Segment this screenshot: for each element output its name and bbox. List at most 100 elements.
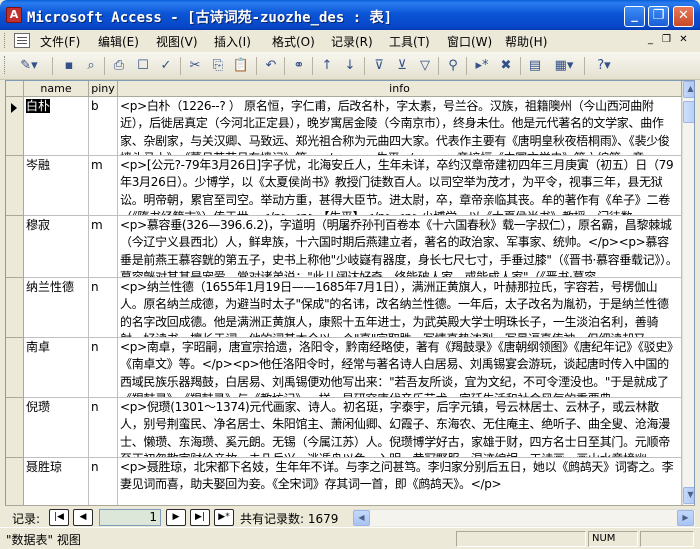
doc-restore-icon[interactable]: ❐: [660, 34, 673, 47]
table-cell-piny[interactable]: m: [89, 156, 118, 216]
undo-icon[interactable]: ↶: [262, 57, 280, 75]
table-cell-piny[interactable]: n: [89, 458, 118, 506]
table-cell-info[interactable]: <p>白朴（1226--? ） 原名恒，字仁甫，后改名朴，字太素，号兰谷。汉族，…: [118, 97, 682, 156]
copy-icon[interactable]: ⎘: [209, 57, 227, 75]
table-cell-name[interactable]: 倪瓒: [24, 398, 89, 458]
table-cell-piny[interactable]: n: [89, 278, 118, 338]
menu-tools[interactable]: 工具(T): [389, 33, 430, 50]
first-record-icon[interactable]: |◀: [49, 509, 69, 526]
print-preview-icon[interactable]: ☐: [134, 57, 152, 75]
vertical-scrollbar[interactable]: ▲ ▼: [682, 81, 694, 524]
current-record-icon: [11, 103, 17, 113]
table-cell-piny[interactable]: b: [89, 97, 118, 156]
minimize-button[interactable]: _: [624, 6, 645, 27]
scroll-right-icon[interactable]: ▶: [677, 510, 694, 526]
doc-minimize-icon[interactable]: _: [644, 34, 657, 47]
menubar-grip[interactable]: [4, 33, 7, 48]
toolbar-separator: [180, 57, 181, 75]
search-icon[interactable]: ⌕: [82, 57, 100, 75]
delete-record-icon[interactable]: ✖: [497, 57, 515, 75]
table-cell-name[interactable]: 穆寂: [24, 216, 89, 278]
menu-format[interactable]: 格式(O): [272, 33, 315, 50]
window-title: Microsoft Access - [古诗词苑-zuozhe_des : 表]: [27, 10, 393, 26]
menu-edit[interactable]: 编辑(E): [98, 33, 139, 50]
table-cell-info[interactable]: <p>[公元?-79年3月26日]字子忧，北海安丘人，生年未详，卒约汉章帝建初四…: [118, 156, 682, 216]
new-object-icon[interactable]: ▦▾: [550, 57, 578, 75]
restore-button[interactable]: ❐: [648, 6, 669, 27]
apply-filter-icon[interactable]: ▽: [416, 57, 434, 75]
filter-by-selection-icon[interactable]: ⊽: [370, 57, 388, 75]
new-record-nav-icon[interactable]: ▶*: [214, 509, 234, 526]
table-document-icon[interactable]: [14, 33, 30, 48]
scroll-left-icon[interactable]: ◀: [353, 510, 370, 526]
toolbar-grip[interactable]: [4, 56, 7, 74]
toolbar-separator: [104, 57, 105, 75]
menu-records[interactable]: 记录(R): [331, 33, 373, 50]
scroll-up-icon[interactable]: ▲: [683, 81, 694, 98]
next-record-icon[interactable]: ▶: [166, 509, 186, 526]
new-record-icon[interactable]: ▸*: [473, 57, 491, 75]
table-cell-info[interactable]: <p>聂胜琼，北宋都下名妓，生年年不详。与李之问甚笃。李归家分别后五日，她以《鹧…: [118, 458, 682, 506]
menu-window[interactable]: 窗口(W): [447, 33, 492, 50]
table-cell-name[interactable]: 聂胜琼: [24, 458, 89, 506]
select-all-corner[interactable]: [6, 81, 24, 97]
cut-icon[interactable]: ✂: [186, 57, 204, 75]
toolbar-separator: [520, 57, 521, 75]
record-selector[interactable]: [6, 97, 24, 156]
table-cell-info[interactable]: <p>倪瓒(1301～1374)元代画家、诗人。初名珽，字泰宇，后字元镇，号云林…: [118, 398, 682, 458]
column-header-info[interactable]: info: [118, 81, 682, 97]
find-icon[interactable]: ⚲: [444, 57, 462, 75]
menu-insert[interactable]: 插入(I): [214, 33, 251, 50]
scroll-thumb[interactable]: [683, 101, 694, 123]
view-icon[interactable]: ✎▾: [14, 57, 44, 75]
scroll-down-icon[interactable]: ▼: [683, 487, 694, 504]
record-selector[interactable]: [6, 278, 24, 338]
access-app-icon[interactable]: A: [6, 7, 22, 23]
menu-view[interactable]: 视图(V): [156, 33, 198, 50]
status-pane: [640, 531, 694, 547]
record-count: 共有记录数: 1679: [240, 512, 339, 526]
print-icon[interactable]: ⎙: [110, 57, 128, 75]
record-selector[interactable]: [6, 338, 24, 398]
title-bar[interactable]: A Microsoft Access - [古诗词苑-zuozhe_des : …: [0, 0, 700, 30]
save-icon[interactable]: ▪: [60, 57, 78, 75]
table-cell-piny[interactable]: n: [89, 338, 118, 398]
datasheet-grid: name piny info 白朴 b <p>白朴（1226--? ） 原名恒，…: [5, 80, 695, 525]
sort-ascending-icon[interactable]: ↑: [318, 57, 336, 75]
access-window: A Microsoft Access - [古诗词苑-zuozhe_des : …: [0, 0, 700, 549]
table-cell-name[interactable]: 岑融: [24, 156, 89, 216]
table-cell-info[interactable]: <p>慕容垂(326—396.6.2)，字道明（明屠乔孙刊百卷本《十六国春秋》载…: [118, 216, 682, 278]
table-cell-name[interactable]: 纳兰性德: [24, 278, 89, 338]
records-label: 记录:: [12, 512, 41, 526]
menu-help[interactable]: 帮助(H): [505, 33, 547, 50]
record-selector[interactable]: [6, 398, 24, 458]
table-cell-name[interactable]: 南卓: [24, 338, 89, 398]
toolbar-separator: [438, 57, 439, 75]
table-cell-info[interactable]: <p>纳兰性德（1655年1月19日——1685年7月1日），满洲正黄旗人，叶赫…: [118, 278, 682, 338]
table-cell-piny[interactable]: n: [89, 398, 118, 458]
database-window-icon[interactable]: ▤: [526, 57, 544, 75]
hyperlink-icon[interactable]: ⚭: [290, 57, 308, 75]
help-icon[interactable]: ?▾: [590, 57, 618, 75]
record-selector[interactable]: [6, 458, 24, 506]
record-selector[interactable]: [6, 216, 24, 278]
previous-record-icon[interactable]: ◀: [73, 509, 93, 526]
last-record-icon[interactable]: ▶|: [190, 509, 210, 526]
spelling-icon[interactable]: ✓: [157, 57, 175, 75]
horizontal-scrollbar[interactable]: ◀ ▶: [353, 509, 695, 526]
table-cell-piny[interactable]: m: [89, 216, 118, 278]
toolbar-separator: [364, 57, 365, 75]
status-pane: [456, 531, 586, 547]
table-cell-name[interactable]: 白朴: [24, 97, 89, 156]
record-selector[interactable]: [6, 156, 24, 216]
column-header-name[interactable]: name: [24, 81, 89, 97]
paste-icon[interactable]: 📋: [232, 57, 250, 75]
column-header-piny[interactable]: piny: [89, 81, 118, 97]
close-button[interactable]: ✕: [673, 6, 694, 27]
doc-close-icon[interactable]: ✕: [677, 34, 690, 47]
table-cell-info[interactable]: <p>南卓，字昭嗣，唐宣宗拾遗，洛阳令，黔南经略使，著有《羯鼓录》《唐朝纲领图》…: [118, 338, 682, 398]
current-record-field[interactable]: 1: [99, 509, 161, 526]
sort-descending-icon[interactable]: ↓: [341, 57, 359, 75]
filter-by-form-icon[interactable]: ⊻: [393, 57, 411, 75]
menu-file[interactable]: 文件(F): [40, 33, 80, 50]
